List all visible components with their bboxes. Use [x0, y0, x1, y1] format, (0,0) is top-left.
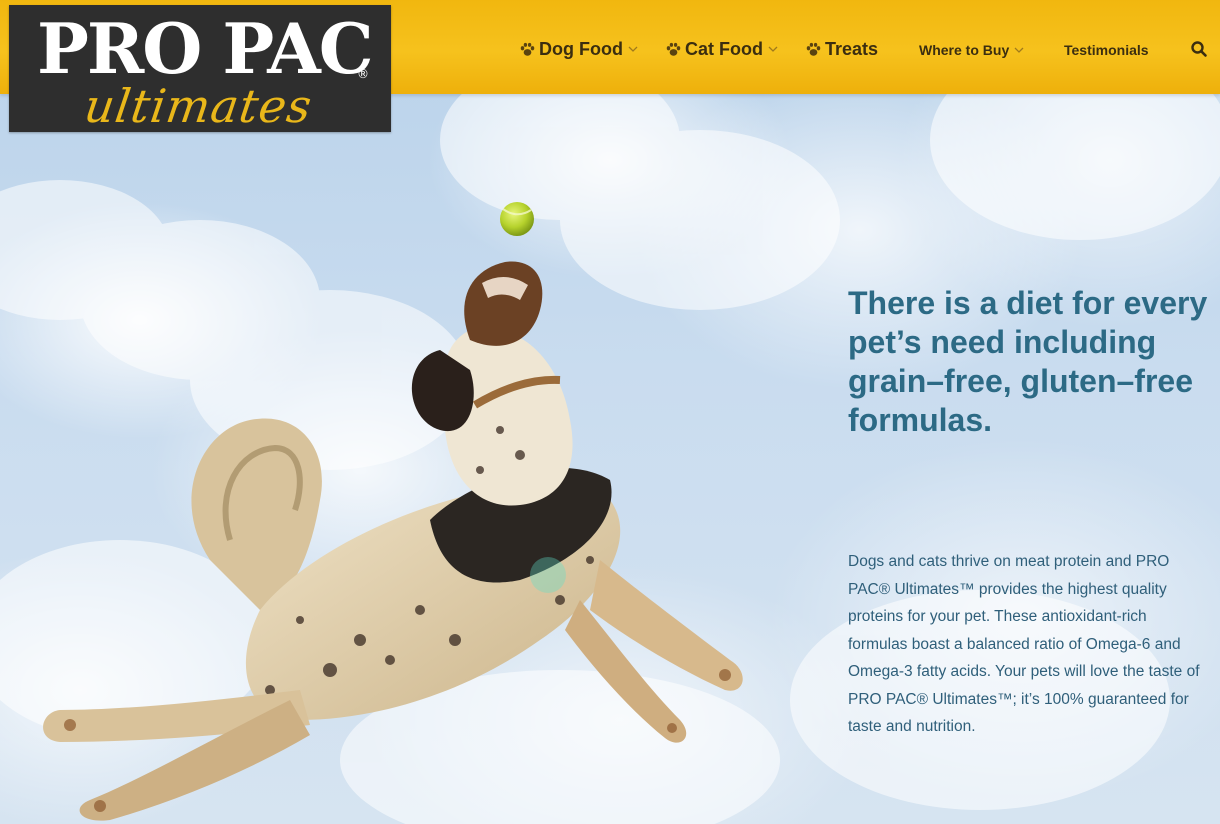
chevron-down-icon: [1014, 47, 1024, 53]
page: There is a diet for every pet’s need inc…: [0, 0, 1220, 824]
nav-label: Where to Buy: [919, 42, 1010, 58]
logo-wordmark: PRO PAC: [37, 9, 374, 90]
nav-item-treats[interactable]: Treats: [805, 36, 878, 62]
nav-item-where-to-buy[interactable]: Where to Buy: [919, 37, 1025, 63]
hero-body: Dogs and cats thrive on meat protein and…: [848, 553, 1200, 735]
paw-icon: [666, 42, 681, 56]
nav-label: Treats: [825, 38, 879, 59]
nav-label: Cat Food: [685, 38, 763, 59]
nav-item-testimonials[interactable]: Testimonials: [1064, 37, 1149, 63]
paw-icon: [520, 42, 535, 56]
search-icon[interactable]: [1190, 40, 1208, 58]
nav-label: Testimonials: [1064, 42, 1149, 58]
logo-script: ultimates: [81, 79, 316, 133]
logo-registered-mark: ®: [357, 67, 369, 81]
chevron-down-icon: [768, 46, 778, 52]
nav-item-dog-food[interactable]: Dog Food: [519, 36, 639, 62]
paw-icon: [806, 42, 821, 56]
hero-headline: There is a diet for every pet’s need inc…: [848, 285, 1208, 438]
nav-item-cat-food[interactable]: Cat Food: [665, 36, 779, 62]
nav-label: Dog Food: [539, 38, 623, 59]
chevron-down-icon: [628, 46, 638, 52]
site-logo[interactable]: PRO PAC ® ultimates: [9, 5, 391, 133]
